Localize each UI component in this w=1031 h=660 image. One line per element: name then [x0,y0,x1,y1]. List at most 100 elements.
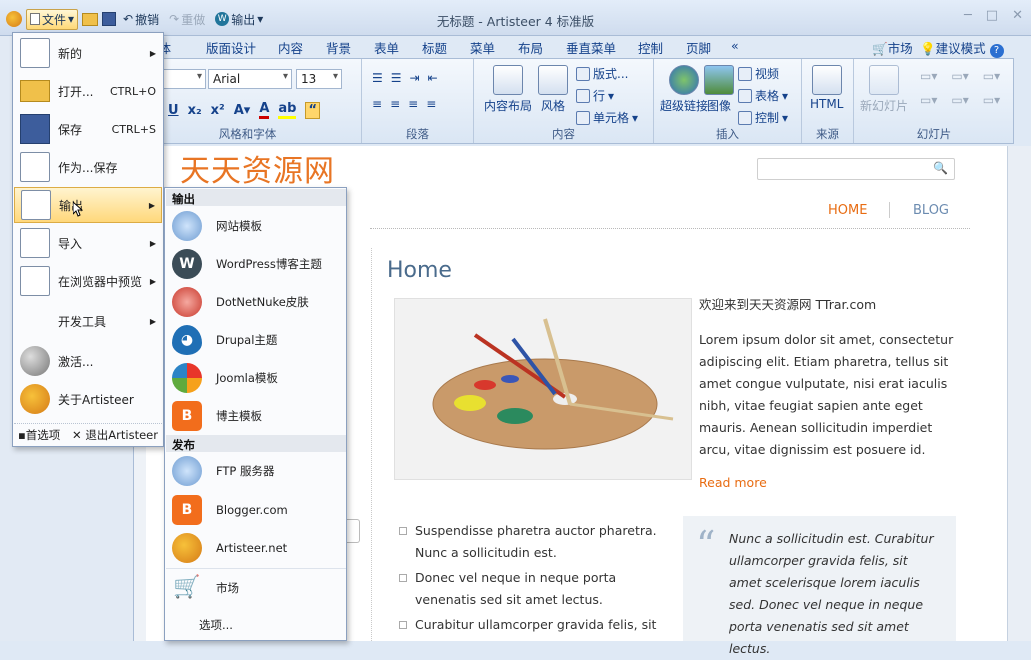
submenu-item-artisteer-net[interactable]: Artisteer.net [166,529,346,567]
site-title[interactable]: 天天资源网 [180,146,335,190]
tab-layout2[interactable]: 布局 [518,38,543,57]
submenu-item-joomla[interactable]: Joomla模板 [166,359,346,397]
menu-item-save-as[interactable]: 作为...保存 [14,149,162,185]
submenu-item-drupal[interactable]: ◕ Drupal主题 [166,321,346,359]
menu-item-import[interactable]: 导入 ▶ [14,225,162,261]
underline-button[interactable]: U [168,103,179,118]
tab-content[interactable]: 内容 [278,38,303,57]
menu-item-open[interactable]: 打开... CTRL+O [14,73,162,109]
palette-image[interactable] [394,298,692,480]
slide-tool-2-icon[interactable]: ▭▾ [951,69,968,83]
tab-control[interactable]: 控制 [638,38,663,57]
submenu-item-options[interactable]: 选项... [166,606,346,644]
submenu-item-website-template[interactable]: 网站模板 [166,207,346,245]
tab-heading[interactable]: 标题 [422,38,447,57]
palette-icon [20,384,50,414]
preview-icon [20,266,50,296]
slide-tool-5-icon[interactable]: ▭▾ [951,93,968,107]
slide-tool-1-icon[interactable]: ▭▾ [920,69,937,83]
align-right-icon[interactable]: ≡ [408,97,418,111]
row-button[interactable]: 行 ▾ [576,87,614,104]
export-button[interactable]: W 输出 ▾ [212,10,266,29]
tab-layout[interactable]: 版面设计 [206,38,256,57]
nav-blog[interactable]: BLOG [913,203,949,218]
exit-button[interactable]: ✕ 退出Artisteer [72,427,158,443]
submenu-item-ftp[interactable]: FTP 服务器 [166,452,346,490]
minimize-icon[interactable]: ─ [964,8,972,23]
font-color-button[interactable]: A [259,101,270,119]
menu-item-export[interactable]: 输出 ▶ [14,187,162,223]
highlight-button[interactable]: ab [278,101,297,119]
outdent-icon[interactable]: ⇤ [428,71,438,85]
undo-button[interactable]: ↶ 撤销 [120,10,162,29]
new-slide-button[interactable]: 新幻灯片 [860,65,908,114]
nav-home[interactable]: HOME [828,203,867,218]
suggest-mode-button[interactable]: 💡建议模式 ? [920,38,1004,58]
file-menu-button[interactable]: 文件 ▾ [26,8,79,30]
read-more-link[interactable]: Read more [699,475,767,490]
cell-button[interactable]: 单元格 ▾ [576,109,638,126]
submenu-item-blogger-template[interactable]: B 博主模板 [166,397,346,435]
menu-item-dev-tools[interactable]: 开发工具 ▶ [14,303,162,339]
font-name-select[interactable]: Arial [208,69,292,89]
vertical-scrollbar[interactable] [1007,146,1031,641]
export-icon [21,190,51,220]
slide-tool-4-icon[interactable]: ▭▾ [920,93,937,107]
tab-collapse[interactable]: « [731,38,739,53]
image-icon [704,65,734,95]
options-button[interactable]: ▪首选项 [18,427,60,443]
font-size-select[interactable]: 13 [296,69,342,89]
market-button[interactable]: 🛒市场 [872,38,913,57]
submenu-item-dotnetnuke[interactable]: DotNetNuke皮肤 [166,283,346,321]
control-button[interactable]: 控制 ▾ [738,109,788,126]
html-button[interactable]: HTML [810,65,843,111]
font-grow-button[interactable]: A▾ [234,103,251,118]
nav-divider [889,202,890,218]
bullet-list-icon[interactable]: ☰ [372,71,383,85]
search-input[interactable]: 🔍 [757,158,955,180]
image-button[interactable]: 图像 [704,65,734,114]
close-icon[interactable]: ✕ [1012,8,1023,23]
tab-form[interactable]: 表单 [374,38,399,57]
maximize-icon[interactable]: □ [986,8,998,23]
group-slides-label: 幻灯片 [916,127,952,141]
save-icon[interactable] [102,12,117,26]
palette-illustration [432,318,674,450]
app-palette-icon[interactable] [6,11,22,27]
menu-item-save[interactable]: 保存 CTRL+S [14,111,162,147]
slide-tool-3-icon[interactable]: ▭▾ [983,69,1000,83]
submenu-item-wordpress[interactable]: W WordPress博客主题 [166,245,346,283]
video-button[interactable]: 视频 [738,65,779,82]
help-icon[interactable]: ? [989,44,1004,58]
quote-button[interactable]: “ [305,101,321,119]
redo-button[interactable]: ↷ 重做 [166,10,208,29]
align-center-icon[interactable]: ≡ [390,97,400,111]
format-button[interactable]: 版式... [576,65,628,82]
menu-item-preview[interactable]: 在浏览器中预览 ▶ [14,263,162,299]
tab-background[interactable]: 背景 [326,38,351,57]
submenu-item-blogger-com[interactable]: B Blogger.com [166,491,346,529]
new-document-icon [20,38,50,68]
style-button[interactable]: 风格 [538,65,568,114]
indent-icon[interactable]: ⇥ [410,71,420,85]
menu-item-new[interactable]: 新的 ▶ [14,35,162,71]
font-style-select[interactable] [162,69,206,89]
content-layout-button[interactable]: 内容布局 [484,65,532,114]
subscript-button[interactable]: x₂ [188,103,202,118]
hyperlink-button[interactable]: 超级链接 [660,65,708,114]
tab-vertical-menu[interactable]: 垂直菜单 [566,38,616,57]
justify-icon[interactable]: ≡ [426,97,436,111]
align-left-icon[interactable]: ≡ [372,97,382,111]
superscript-button[interactable]: x² [211,103,225,118]
open-folder-icon[interactable] [82,12,99,26]
cell-icon [576,110,590,125]
tab-menu[interactable]: 菜单 [470,38,495,57]
table-button[interactable]: 表格 ▾ [738,87,788,104]
submenu-item-market[interactable]: 🛒 市场 [166,568,346,606]
slide-tool-6-icon[interactable]: ▭▾ [983,93,1000,107]
menu-item-activate[interactable]: 激活... [14,343,162,379]
open-folder-icon [20,80,50,102]
menu-item-about[interactable]: 关于Artisteer [14,381,162,417]
numbered-list-icon[interactable]: ☰ [391,71,402,85]
tab-footer[interactable]: 页脚 [686,38,711,57]
